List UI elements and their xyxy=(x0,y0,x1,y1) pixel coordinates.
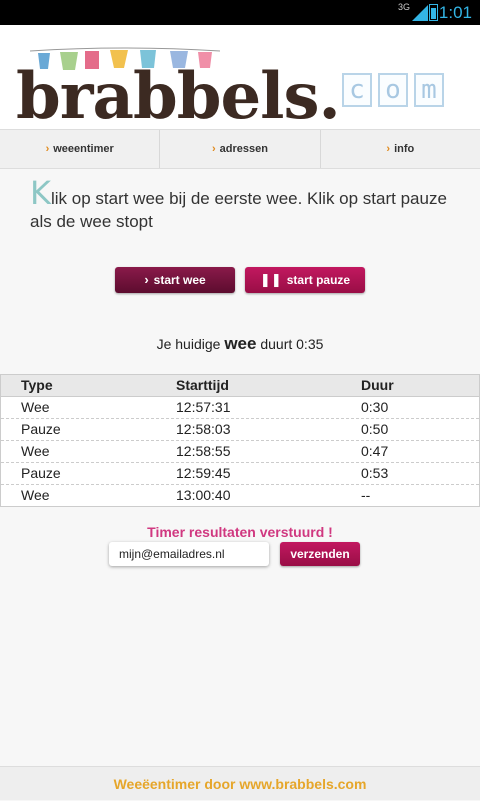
cell-starttijd: 12:58:55 xyxy=(176,443,231,459)
instruction-text: Klik op start wee bij de eerste wee. Kli… xyxy=(30,177,458,233)
logo-com-letter: m xyxy=(414,73,444,107)
nav-item-weeentimer[interactable]: › weeentimer xyxy=(0,130,161,168)
cell-starttijd: 12:58:03 xyxy=(176,421,231,437)
chevron-right-icon: › xyxy=(386,143,391,155)
nav-bar: › weeentimer › adressen › info xyxy=(0,129,480,169)
signal-icon xyxy=(412,5,428,21)
footer-link[interactable]: Weeëentimer door www.brabbels.com xyxy=(114,776,367,792)
network-type: 3G xyxy=(397,2,410,12)
cell-type: Pauze xyxy=(21,465,61,481)
footer[interactable]: Weeëentimer door www.brabbels.com xyxy=(0,766,480,800)
cell-type: Pauze xyxy=(21,421,61,437)
current-type: wee xyxy=(224,334,257,353)
table-row: Wee 13:00:40 -- xyxy=(1,485,479,506)
current-status: Je huidige wee duurt 0:35 xyxy=(0,334,480,354)
table-row: Pauze 12:58:03 0:50 xyxy=(1,419,479,441)
logo-com: c o m xyxy=(342,73,444,107)
nav-label: weeentimer xyxy=(53,143,114,155)
chevron-right-icon: › xyxy=(212,143,216,155)
cell-starttijd: 13:00:40 xyxy=(176,487,231,503)
table-row: Wee 12:57:31 0:30 xyxy=(1,397,479,419)
nav-label: info xyxy=(394,143,415,155)
cell-starttijd: 12:59:45 xyxy=(176,465,231,481)
cell-type: Wee xyxy=(21,443,50,459)
start-pauze-button[interactable]: ❚❚ start pauze xyxy=(245,267,365,293)
status-bar: 3G 1:01 xyxy=(0,0,480,25)
sent-confirmation: Timer resultaten verstuurd ! xyxy=(147,524,333,540)
header-starttijd: Starttijd xyxy=(176,377,229,393)
table-header: Type Starttijd Duur xyxy=(1,375,479,397)
instruction-body: lik op start wee bij de eerste wee. Klik… xyxy=(30,189,447,231)
cell-duur: 0:50 xyxy=(361,421,389,437)
email-input[interactable] xyxy=(109,542,269,566)
cell-duur: -- xyxy=(361,487,371,503)
nav-item-info[interactable]: › info xyxy=(321,130,480,168)
table-row: Pauze 12:59:45 0:53 xyxy=(1,463,479,485)
nav-label: adressen xyxy=(219,143,268,155)
cell-duur: 0:53 xyxy=(361,465,389,481)
current-prefix: Je huidige xyxy=(156,336,221,352)
start-wee-button[interactable]: › start wee xyxy=(115,267,235,293)
header: brabbels. c o m xyxy=(0,25,480,134)
table-row: Wee 12:58:55 0:47 xyxy=(1,441,479,463)
header-type: Type xyxy=(21,377,53,393)
cell-duur: 0:47 xyxy=(361,443,389,459)
battery-icon xyxy=(429,4,438,21)
header-duur: Duur xyxy=(361,377,394,393)
logo-com-letter: o xyxy=(378,73,408,107)
start-pauze-label: start pauze xyxy=(286,273,351,287)
start-wee-label: start wee xyxy=(153,273,206,287)
timer-table: Type Starttijd Duur Wee 12:57:31 0:30 Pa… xyxy=(0,374,480,507)
pause-icon: ❚❚ xyxy=(259,272,282,287)
brabbels-logo: brabbels. xyxy=(16,59,341,134)
chevron-right-icon: › xyxy=(45,143,50,155)
cell-starttijd: 12:57:31 xyxy=(176,399,231,415)
logo-com-letter: c xyxy=(342,73,372,107)
nav-item-adressen[interactable]: › adressen xyxy=(160,130,321,168)
send-button[interactable]: verzenden xyxy=(280,542,360,566)
current-duration: duurt 0:35 xyxy=(260,336,324,352)
cell-type: Wee xyxy=(21,399,50,415)
cell-type: Wee xyxy=(21,487,50,503)
cell-duur: 0:30 xyxy=(361,399,389,415)
drop-cap: K xyxy=(30,174,51,212)
clock: 1:01 xyxy=(438,3,472,22)
chevron-right-icon: › xyxy=(144,272,149,287)
